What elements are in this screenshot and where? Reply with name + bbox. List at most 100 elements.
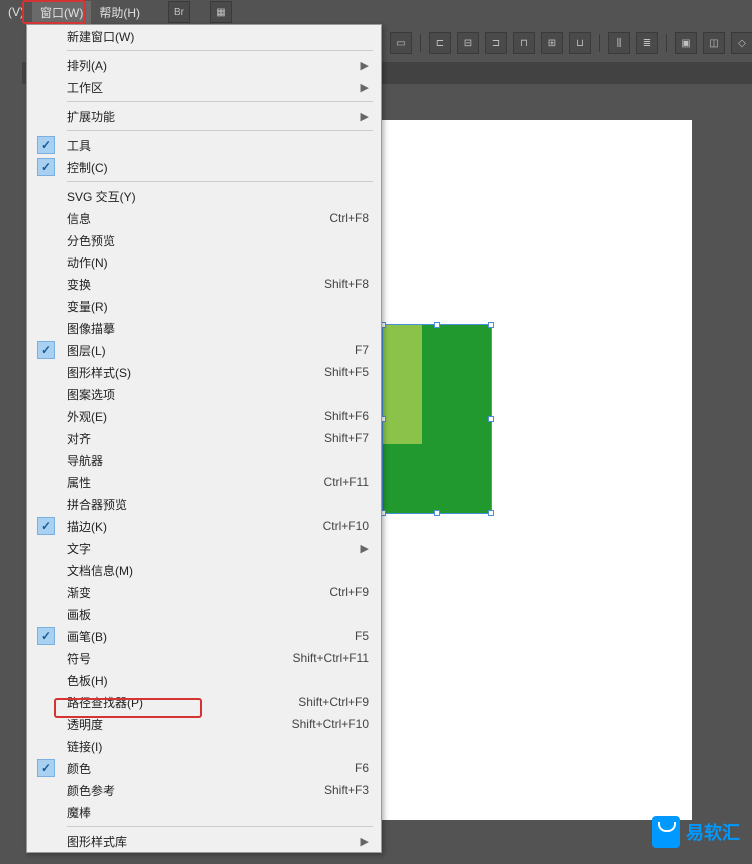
transform-icon[interactable]: ▣: [675, 32, 697, 54]
menu-item-31[interactable]: 链接(I): [27, 735, 381, 757]
align-icon[interactable]: ▭: [390, 32, 412, 54]
menu-item-shortcut: F6: [355, 761, 369, 775]
menu-item-label: 扩展功能: [67, 108, 369, 125]
menu-item-label: 图形样式(S): [67, 364, 324, 381]
menu-item-9[interactable]: 动作(N): [27, 251, 381, 273]
handle-tc[interactable]: [434, 322, 440, 328]
menu-item-19[interactable]: 属性Ctrl+F11: [27, 471, 381, 493]
pathfinder-icon[interactable]: ◫: [703, 32, 725, 54]
shape-icon[interactable]: ◇: [731, 32, 752, 54]
submenu-arrow-icon: ▶: [361, 835, 369, 848]
menu-item-13[interactable]: ✓图层(L)F7: [27, 339, 381, 361]
menu-item-8[interactable]: 分色预览: [27, 229, 381, 251]
menu-item-label: 对齐: [67, 430, 324, 447]
distribute-h-icon[interactable]: ⫼: [608, 32, 630, 54]
align-top-icon[interactable]: ⊓: [513, 32, 535, 54]
menu-item-20[interactable]: 拼合器预览: [27, 493, 381, 515]
menu-item-0[interactable]: 新建窗口(W): [27, 25, 381, 47]
menu-item-label: 控制(C): [67, 159, 369, 176]
menu-item-7[interactable]: 信息Ctrl+F8: [27, 207, 381, 229]
menu-item-shortcut: F5: [355, 629, 369, 643]
align-bottom-icon[interactable]: ⊔: [569, 32, 591, 54]
menu-item-28[interactable]: 色板(H): [27, 669, 381, 691]
submenu-arrow-icon: ▶: [361, 59, 369, 72]
checkmark-icon: ✓: [37, 158, 55, 176]
menu-separator: [67, 101, 373, 102]
menu-item-3[interactable]: 扩展功能▶: [27, 105, 381, 127]
menu-item-32[interactable]: ✓颜色F6: [27, 757, 381, 779]
menu-item-24[interactable]: 渐变Ctrl+F9: [27, 581, 381, 603]
menu-item-35[interactable]: 图形样式库▶: [27, 830, 381, 852]
menu-item-label: 外观(E): [67, 408, 324, 425]
align-left-icon[interactable]: ⊏: [429, 32, 451, 54]
handle-tr[interactable]: [488, 322, 494, 328]
menu-item-label: 魔棒: [67, 804, 369, 821]
menu-item-26[interactable]: ✓ 画笔(B)F5: [27, 625, 381, 647]
menu-item-4[interactable]: ✓ 工具: [27, 134, 381, 156]
menu-item-22[interactable]: 文字▶: [27, 537, 381, 559]
submenu-arrow-icon: ▶: [361, 110, 369, 123]
menu-item-label: 颜色: [67, 760, 355, 777]
align-center-h-icon[interactable]: ⊟: [457, 32, 479, 54]
menu-item-label: 透明度: [67, 716, 292, 733]
submenu-arrow-icon: ▶: [361, 81, 369, 94]
handle-bc[interactable]: [434, 510, 440, 516]
menu-item-17[interactable]: 对齐Shift+F7: [27, 427, 381, 449]
window-dropdown: 新建窗口(W)排列(A)▶工作区▶扩展功能▶✓工具✓控制(C)SVG 交互(Y)…: [26, 24, 382, 853]
menu-item-label: 拼合器预览: [67, 496, 369, 513]
menu-item-11[interactable]: 变量(R): [27, 295, 381, 317]
menu-item-shortcut: Shift+F3: [324, 783, 369, 797]
menu-item-23[interactable]: 文档信息(M): [27, 559, 381, 581]
menu-item-shortcut: Ctrl+F8: [329, 211, 369, 225]
menu-item-2[interactable]: 工作区▶: [27, 76, 381, 98]
menu-item-shortcut: F7: [355, 343, 369, 357]
menu-item-33[interactable]: 颜色参考Shift+F3: [27, 779, 381, 801]
menu-item-5[interactable]: ✓ 控制(C): [27, 156, 381, 178]
menu-item-label: 文字: [67, 540, 369, 557]
menu-item-label: 工具: [67, 137, 369, 154]
menu-item-label: 图形样式库: [67, 833, 369, 850]
menu-item-29[interactable]: 路径查找器(P)Shift+Ctrl+F9: [27, 691, 381, 713]
menu-item-6[interactable]: SVG 交互(Y): [27, 185, 381, 207]
checkmark-icon: ✓: [37, 627, 55, 645]
menu-item-34[interactable]: 魔棒: [27, 801, 381, 823]
menu-item-label: 描边(K): [67, 518, 323, 535]
menu-help[interactable]: 帮助(H): [91, 1, 148, 24]
menu-item-label: 文档信息(M): [67, 562, 369, 579]
align-center-v-icon[interactable]: ⊞: [541, 32, 563, 54]
menu-window[interactable]: 窗口(W): [32, 1, 91, 24]
menu-item-label: 变换: [67, 276, 324, 293]
menu-item-label: 画板: [67, 606, 369, 623]
left-toolbar: [0, 62, 22, 864]
align-right-icon[interactable]: ⊐: [485, 32, 507, 54]
menu-item-1[interactable]: 排列(A)▶: [27, 54, 381, 76]
menu-item-10[interactable]: 变换Shift+F8: [27, 273, 381, 295]
checkmark-icon: ✓: [37, 517, 55, 535]
menu-item-shortcut: Shift+F8: [324, 277, 369, 291]
menu-item-label: 符号: [67, 650, 293, 667]
bridge-button[interactable]: Br: [168, 1, 190, 23]
menu-item-15[interactable]: 图案选项: [27, 383, 381, 405]
handle-mr[interactable]: [488, 416, 494, 422]
distribute-v-icon[interactable]: ≣: [636, 32, 658, 54]
menu-item-16[interactable]: 外观(E)Shift+F6: [27, 405, 381, 427]
menu-item-30[interactable]: 透明度Shift+Ctrl+F10: [27, 713, 381, 735]
menu-v[interactable]: (V): [0, 2, 32, 22]
menu-item-27[interactable]: 符号Shift+Ctrl+F11: [27, 647, 381, 669]
menu-item-12[interactable]: 图像描摹: [27, 317, 381, 339]
menu-item-label: 画笔(B): [67, 628, 355, 645]
menu-item-label: 导航器: [67, 452, 369, 469]
checkmark-icon: ✓: [37, 136, 55, 154]
menu-item-18[interactable]: 导航器: [27, 449, 381, 471]
menu-separator: [67, 181, 373, 182]
menu-item-label: 分色预览: [67, 232, 369, 249]
menu-item-label: SVG 交互(Y): [67, 188, 369, 205]
menu-item-shortcut: Ctrl+F10: [323, 519, 369, 533]
menu-item-label: 工作区: [67, 79, 369, 96]
handle-br[interactable]: [488, 510, 494, 516]
layout-button[interactable]: ▦: [210, 1, 232, 23]
menu-item-label: 新建窗口(W): [67, 28, 369, 45]
menu-item-14[interactable]: 图形样式(S)Shift+F5: [27, 361, 381, 383]
menu-item-21[interactable]: ✓ 描边(K)Ctrl+F10: [27, 515, 381, 537]
menu-item-25[interactable]: 画板: [27, 603, 381, 625]
